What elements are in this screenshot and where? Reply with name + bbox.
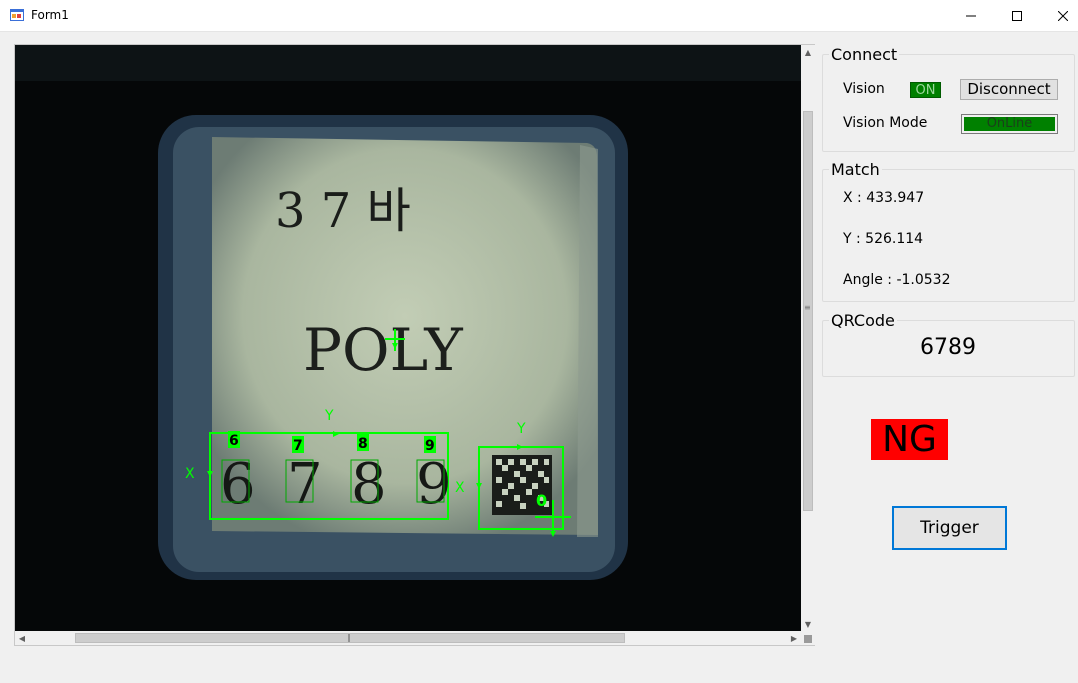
scroll-right-arrow-icon[interactable]: ▶ — [787, 631, 801, 645]
horizontal-scrollbar[interactable]: ◀ ‖ ▶ — [15, 631, 801, 645]
result-badge: NG — [871, 419, 948, 460]
scroll-up-arrow-icon[interactable]: ▲ — [801, 45, 815, 59]
vision-mode-label: Vision Mode — [843, 115, 928, 131]
disconnect-button[interactable]: Disconnect — [960, 79, 1058, 100]
digit-label: 8 — [358, 436, 368, 452]
app-icon — [10, 9, 24, 21]
size-grip-icon — [804, 635, 812, 643]
qr-axis-y: Y — [516, 421, 526, 437]
trigger-button[interactable]: Trigger — [892, 506, 1007, 550]
maximize-button[interactable] — [994, 0, 1040, 31]
scroll-grip-icon: ≡ — [804, 303, 811, 312]
qrcode-group-title: QRCode — [829, 311, 897, 330]
vision-mode-value: OnLine — [964, 117, 1055, 131]
qr-axis-x: X — [455, 480, 465, 496]
camera-image-canvas: 3 7 바 POLY Y X 6 7 8 9 6 7 8 9 Y X 0 — [15, 45, 801, 631]
plate-middle-text: POLY — [303, 316, 463, 384]
match-group-title: Match — [829, 160, 882, 179]
image-viewer[interactable]: 3 7 바 POLY Y X 6 7 8 9 6 7 8 9 Y X 0 ▲ ≡… — [14, 44, 815, 646]
digit-axis-y: Y — [324, 408, 334, 424]
connect-group-title: Connect — [829, 45, 900, 64]
qrcode-group: QRCode 6789 — [822, 311, 1075, 377]
digit-label: 7 — [293, 438, 303, 454]
size-grip — [801, 631, 815, 645]
scroll-down-arrow-icon[interactable]: ▼ — [801, 617, 815, 631]
close-icon — [1058, 10, 1068, 21]
digit-char: 7 — [287, 452, 323, 517]
qr-label: 0 — [536, 491, 547, 510]
plate-top-text: 3 7 바 — [275, 183, 411, 239]
camera-image[interactable]: 3 7 바 POLY Y X 6 7 8 9 6 7 8 9 Y X 0 — [15, 45, 801, 631]
title-bar: Form1 — [0, 0, 1078, 32]
match-x-value: X : 433.947 — [843, 190, 925, 206]
maximize-icon — [1012, 10, 1022, 21]
digit-axis-x: X — [185, 466, 195, 482]
window-title: Form1 — [31, 8, 69, 22]
digit-char: 9 — [416, 452, 452, 517]
match-angle-value: Angle : -1.0532 — [843, 272, 951, 288]
minimize-icon — [966, 15, 976, 16]
match-y-value: Y : 526.114 — [843, 231, 924, 247]
vision-mode-indicator: OnLine — [961, 114, 1058, 134]
vision-status-badge: ON — [910, 82, 941, 98]
minimize-button[interactable] — [948, 0, 994, 31]
digit-label: 9 — [425, 438, 435, 454]
digit-char: 6 — [220, 452, 256, 517]
vertical-scrollbar[interactable]: ▲ ≡ ▼ — [801, 45, 815, 631]
connect-group: Connect Vision ON Disconnect Vision Mode… — [822, 45, 1075, 152]
scroll-grip-icon: ‖ — [347, 633, 351, 642]
close-button[interactable] — [1040, 0, 1078, 31]
match-group: Match X : 433.947 Y : 526.114 Angle : -1… — [822, 160, 1075, 302]
digit-char: 8 — [351, 452, 387, 517]
vision-label: Vision — [843, 81, 885, 97]
qrcode-value: 6789 — [920, 335, 976, 360]
digit-label: 6 — [229, 433, 239, 449]
scroll-left-arrow-icon[interactable]: ◀ — [15, 631, 29, 645]
